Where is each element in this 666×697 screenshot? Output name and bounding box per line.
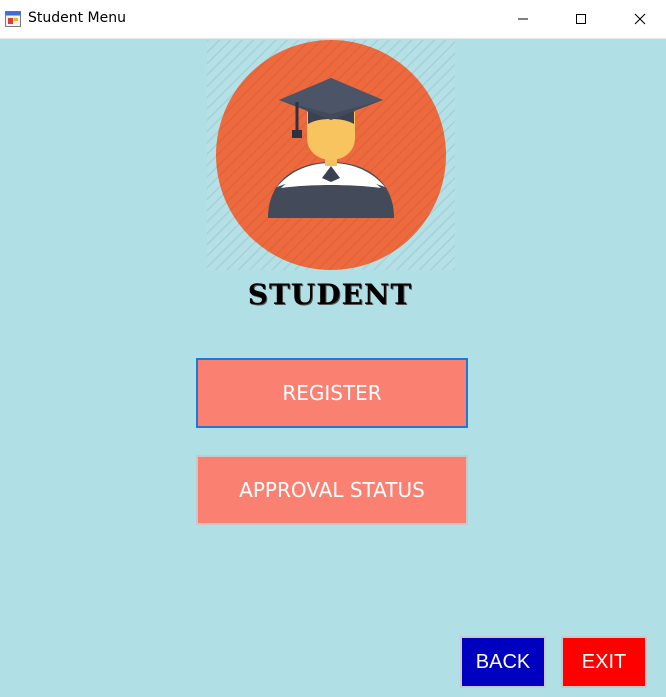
maximize-button[interactable] [558,0,604,38]
approval-status-button[interactable]: APPROVAL STATUS [196,455,468,525]
close-icon [634,10,646,29]
student-menu-window: Student Menu STUDENT REGISTER APPROVAL S… [0,0,666,697]
close-button[interactable] [617,0,663,38]
maximize-icon [575,10,587,29]
student-heading: STUDENT [247,278,413,311]
back-button[interactable]: BACK [460,636,546,688]
minimize-button[interactable] [500,0,546,38]
register-button[interactable]: REGISTER [196,358,468,428]
window-title: Student Menu [28,10,126,26]
graduate-student-icon [207,40,455,270]
title-bar[interactable]: Student Menu [0,0,666,39]
exit-button[interactable]: EXIT [561,636,647,688]
app-icon [5,11,21,27]
minimize-icon [517,10,529,29]
